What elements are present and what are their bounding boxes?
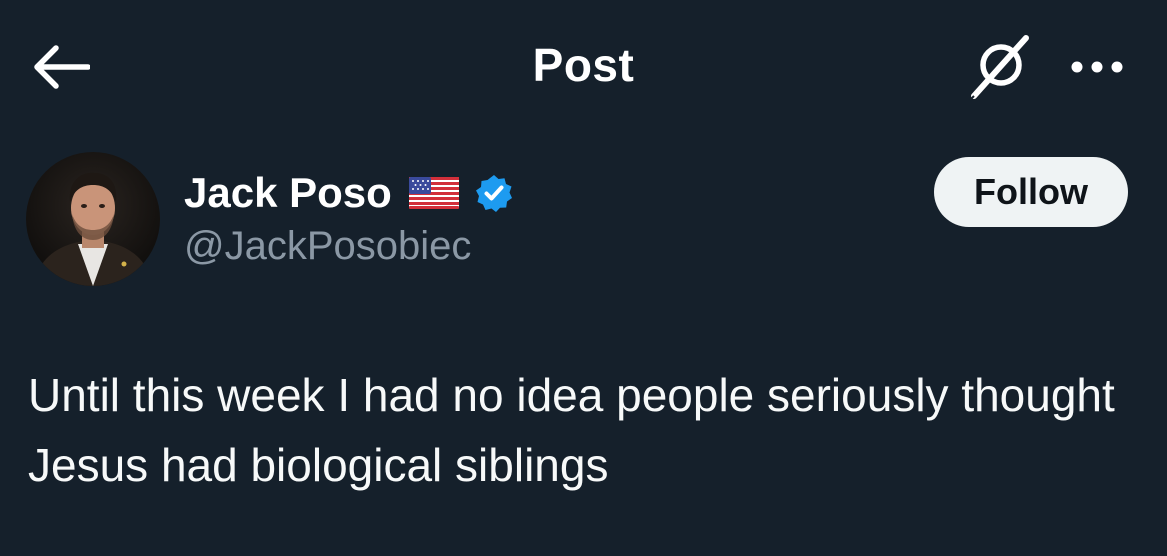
arrow-left-icon bbox=[34, 45, 90, 89]
grok-button[interactable] bbox=[962, 30, 1036, 104]
avatar[interactable] bbox=[26, 152, 160, 286]
grok-icon bbox=[969, 35, 1029, 101]
display-name: Jack Poso bbox=[184, 169, 392, 216]
more-options-button[interactable] bbox=[1064, 46, 1130, 88]
profile-photo bbox=[26, 152, 160, 286]
us-flag-icon bbox=[408, 176, 460, 210]
more-horizontal-icon bbox=[1071, 61, 1123, 73]
post-text: Until this week I had no idea people ser… bbox=[28, 369, 1115, 491]
author-name-row[interactable]: Jack Poso bbox=[184, 166, 514, 220]
author-handle[interactable]: @JackPosobiec bbox=[184, 224, 471, 269]
follow-button[interactable]: Follow bbox=[934, 157, 1128, 227]
top-bar: Post bbox=[0, 0, 1167, 136]
verified-badge-icon[interactable] bbox=[474, 173, 514, 213]
back-button[interactable] bbox=[30, 40, 92, 94]
post-author: Jack Poso @JackPosobiec Follow bbox=[26, 152, 1136, 292]
